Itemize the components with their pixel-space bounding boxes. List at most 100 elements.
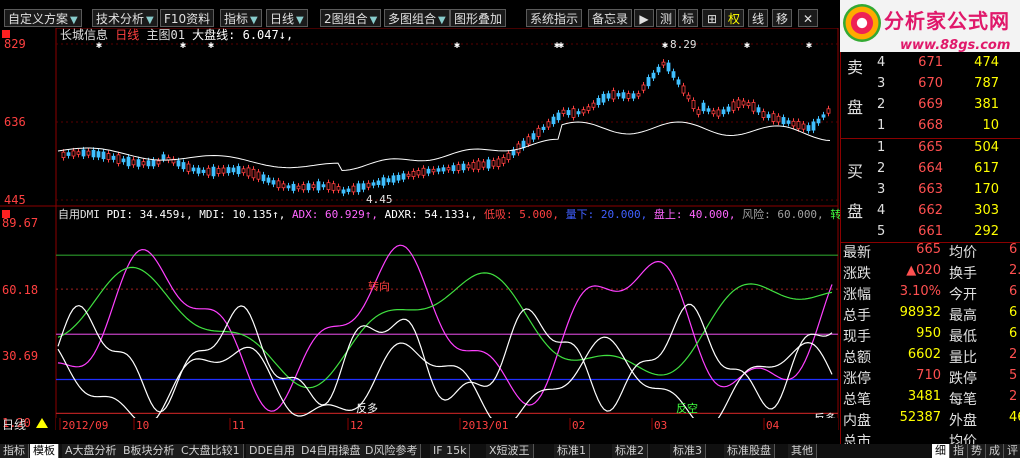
chevron-down-icon: ▼ — [70, 15, 78, 26]
chart-area[interactable]: 829 636 445 长城信息 日线 主图01 大盘线: 6.047↓, 8.29 4… — [0, 27, 912, 432]
bottom-tab[interactable]: A大盘分析 — [62, 444, 121, 458]
toolbar-button-label: 日线 — [270, 12, 295, 26]
signal-star-icon: ✱ — [454, 40, 460, 51]
bottom-tab[interactable]: X短波王 — [486, 444, 534, 458]
candle — [251, 168, 256, 179]
candle — [121, 158, 126, 163]
candle — [551, 116, 556, 125]
bottom-tab[interactable]: DDE自用 — [246, 444, 299, 458]
bottom-tab[interactable]: 标准3 — [670, 444, 706, 458]
candle — [91, 149, 96, 158]
order-price: 669 — [918, 97, 943, 112]
dmi-header: 自用DMI PDI: 34.459↓, MDI: 10.135↑, ADX: 6… — [58, 207, 840, 221]
panel-tab[interactable]: 势 — [968, 444, 986, 458]
toolbar-button-9[interactable]: 备忘录 — [588, 9, 633, 27]
order-index: 2 — [877, 97, 886, 112]
order-price: 665 — [918, 140, 943, 155]
order-book-row: 总手 98932 最高 6 — [841, 305, 1020, 327]
quote-value: 6 — [1009, 284, 1018, 299]
order-book-row: 涨跌 ▲020 换手 2.6 — [841, 263, 1020, 285]
candle — [446, 167, 451, 171]
grid-icon[interactable]: ⊞ — [702, 9, 722, 27]
chart-canvas[interactable]: 829636445长城信息 日线 主图01 大盘线: 6.047↓, 8.294… — [0, 27, 912, 432]
toolbar-button-label: 指标 — [224, 12, 249, 26]
toolbar-button-8[interactable]: 系统指示 — [526, 9, 583, 27]
order-book-row: 2 669 381 — [841, 97, 1020, 119]
logo-url: www.88gs.com — [900, 38, 1011, 53]
order-price: 668 — [918, 118, 943, 133]
chevron-down-icon: ▼ — [146, 15, 154, 26]
candle — [821, 114, 826, 118]
candle — [96, 151, 101, 158]
candle — [806, 125, 811, 132]
panel-tab[interactable]: 细 — [932, 444, 950, 458]
time-axis-label: 2013/01 — [462, 419, 508, 430]
bottom-tab[interactable]: 模板 — [30, 444, 59, 458]
order-book-row: 4 671 474 — [841, 55, 1020, 77]
candle — [561, 109, 566, 114]
dmi-field: 低吸: 5.000, — [484, 208, 566, 221]
time-axis-label: 11 — [232, 419, 245, 430]
quote-label: 总笔 — [843, 392, 871, 408]
bottom-tab[interactable]: D风险参考 — [362, 444, 422, 458]
price-y-tick: 829 — [4, 37, 26, 51]
candle — [786, 120, 791, 124]
bottom-tab[interactable]: 其他 — [788, 444, 817, 458]
candle — [556, 112, 561, 121]
bottom-tab[interactable]: D4自用操盘 — [298, 444, 365, 458]
candle — [116, 154, 121, 164]
panel-tab[interactable]: 成 — [986, 444, 1004, 458]
price-y-tick: 636 — [4, 115, 26, 129]
signal-star-icon: ✱ — [806, 40, 812, 51]
dmi-y-tick: 30.69 — [2, 349, 38, 363]
candle — [136, 159, 141, 167]
dmi-field: MDI: 10.135↑, — [199, 208, 292, 221]
quote-label: 涨幅 — [843, 287, 871, 303]
signal-star-icon: ✱ — [96, 40, 102, 51]
order-book-row: 内盘 52387 外盘 465 — [841, 410, 1020, 432]
toolbar-button-0[interactable]: 自定义方案 ▼ — [4, 9, 82, 27]
bottom-tab[interactable]: B板块分析 — [120, 444, 179, 458]
play-icon[interactable]: ▶ — [634, 9, 654, 27]
toolbar-button-5[interactable]: 2图组合 ▼ — [320, 9, 382, 27]
bottom-tab[interactable]: IF 15k — [430, 444, 471, 458]
quote-value: 6 — [1009, 305, 1018, 320]
bottom-tab[interactable]: C大盘比较1 — [178, 444, 244, 458]
candle — [766, 114, 771, 118]
quote-label: 总手 — [843, 308, 871, 324]
candle — [566, 110, 571, 116]
order-book-row: 1 668 10 — [841, 118, 1020, 140]
measure-icon[interactable]: 测 — [656, 9, 676, 27]
bottom-tab[interactable]: 标准1 — [554, 444, 590, 458]
toolbar-button-2[interactable]: F10资料 — [160, 9, 215, 27]
rights-icon[interactable]: 权 — [724, 9, 744, 27]
toolbar-button-6[interactable]: 多图组合 ▼ — [384, 9, 450, 27]
toolbar-button-label: 系统指示 — [530, 12, 579, 26]
line-icon[interactable]: 线 — [748, 9, 768, 27]
toolbar-button-1[interactable]: 技术分析 ▼ — [92, 9, 158, 27]
candle — [366, 182, 371, 188]
mark-icon[interactable]: 标 — [678, 9, 698, 27]
move-icon[interactable]: 移 — [772, 9, 792, 27]
close-chart-icon[interactable]: ✕ — [798, 9, 818, 27]
panel-tab[interactable]: 指 — [950, 444, 968, 458]
candle — [241, 168, 246, 174]
quote-label: 今开 — [949, 287, 977, 303]
order-book-row: 2 664 617 — [841, 161, 1020, 183]
candle — [216, 168, 221, 175]
bottom-tab[interactable]: 指标 — [0, 444, 29, 458]
toolbar-button-4[interactable]: 日线 ▼ — [266, 9, 308, 27]
candle — [711, 110, 716, 115]
toolbar-button-7[interactable]: 图形叠加 — [450, 9, 507, 27]
candle — [141, 161, 146, 166]
toolbar-button-3[interactable]: 指标 ▼ — [220, 9, 262, 27]
panel-tab[interactable]: 评 — [1004, 444, 1020, 458]
order-price: 671 — [918, 55, 943, 70]
candle — [266, 177, 271, 183]
candle — [631, 93, 636, 99]
candle — [546, 121, 551, 128]
bottom-tab[interactable]: 标准2 — [612, 444, 648, 458]
candle — [371, 182, 376, 186]
candle — [816, 118, 821, 124]
bottom-tab[interactable]: 标准股盘 — [724, 444, 775, 458]
